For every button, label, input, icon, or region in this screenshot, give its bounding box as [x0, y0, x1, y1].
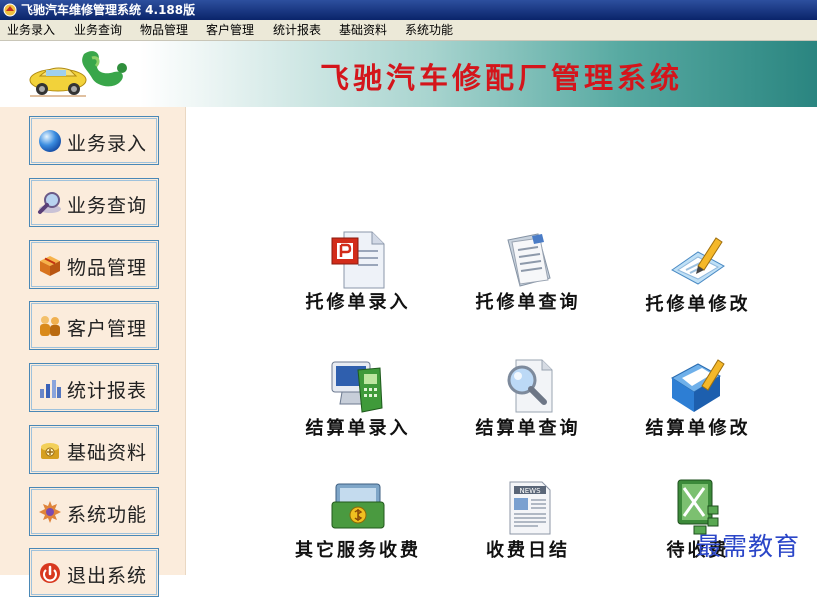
- sidebar-button-exit-system[interactable]: 退出系统: [29, 548, 159, 597]
- app-icon: [3, 3, 17, 17]
- sidebar-button-statistics-reports[interactable]: 统计报表: [29, 363, 159, 412]
- sidebar-button-business-query[interactable]: 业务查询: [29, 178, 159, 227]
- sidebar-button-goods-management[interactable]: 物品管理: [29, 240, 159, 289]
- sidebar-button-basic-data[interactable]: 基础资料: [29, 425, 159, 474]
- document-search-icon: [507, 359, 553, 413]
- menu-basic-data[interactable]: 基础资料: [339, 20, 387, 40]
- tile-label: 托修单查询: [475, 292, 581, 313]
- menu-statistics-reports[interactable]: 统计报表: [273, 20, 321, 40]
- tile-settlement-query[interactable]: 结算单查询: [453, 356, 603, 456]
- people-icon: [40, 316, 60, 336]
- banner-title: 飞驰汽车修配厂管理系统: [320, 61, 684, 95]
- box-icon: [40, 256, 60, 276]
- tile-label: 托修单修改: [645, 294, 751, 315]
- magnifier-icon: [38, 192, 61, 214]
- car-logo: [29, 51, 127, 97]
- watermark-text: 最需教育: [696, 532, 801, 561]
- window-title: 飞驰汽车维修管理系统 4.188版: [21, 3, 196, 17]
- tile-label: 收费日结: [486, 540, 570, 561]
- tile-other-service-charges[interactable]: 其它服务收费: [273, 478, 443, 578]
- menu-goods-management[interactable]: 物品管理: [140, 20, 188, 40]
- title-bar: 飞驰汽车维修管理系统 4.188版: [0, 0, 817, 20]
- tile-repair-order-edit[interactable]: 托修单修改: [623, 232, 773, 332]
- menu-business-query[interactable]: 业务查询: [74, 20, 122, 40]
- globe-icon: [39, 130, 61, 152]
- menu-system-functions[interactable]: 系统功能: [405, 20, 453, 40]
- menu-business-entry[interactable]: 业务录入: [7, 20, 55, 40]
- header-banner: 飞驰汽车修配厂管理系统: [0, 41, 817, 107]
- daily-report-icon: NEWS: [509, 481, 551, 535]
- money-icon: [331, 483, 385, 529]
- tile-label: 结算单查询: [475, 418, 581, 439]
- sidebar-label: 基础资料: [67, 442, 148, 464]
- sidebar-button-customer-management[interactable]: 客户管理: [29, 301, 159, 350]
- menu-customer-management[interactable]: 客户管理: [206, 20, 254, 40]
- sidebar-label: 业务录入: [67, 133, 148, 155]
- tile-daily-charge-settlement[interactable]: NEWS 收费日结: [453, 478, 603, 578]
- tile-label: 其它服务收费: [295, 540, 421, 561]
- menu-bar: 业务录入 业务查询 物品管理 客户管理 统计报表 基础资料 系统功能: [0, 20, 817, 41]
- bar-chart-icon: [40, 380, 61, 398]
- terminal-entry-icon: [331, 361, 383, 413]
- sidebar-label: 客户管理: [67, 318, 148, 340]
- tile-label: 托修单录入: [305, 292, 411, 313]
- database-icon: [41, 443, 59, 459]
- document-entry-icon: [331, 231, 385, 289]
- svg-text:NEWS: NEWS: [519, 487, 541, 495]
- sidebar-label: 系统功能: [67, 504, 148, 526]
- folder-edit-icon: [671, 359, 725, 412]
- tile-repair-order-query[interactable]: 托修单查询: [453, 230, 603, 330]
- sidebar-label: 物品管理: [67, 257, 148, 279]
- tile-settlement-edit[interactable]: 结算单修改: [623, 356, 773, 456]
- document-list-icon: [507, 233, 551, 287]
- tile-label: 结算单修改: [645, 418, 751, 439]
- gear-icon: [39, 501, 61, 523]
- sidebar-button-system-functions[interactable]: 系统功能: [29, 487, 159, 536]
- sidebar-label: 统计报表: [67, 380, 148, 402]
- sidebar: 业务录入 业务查询 物品管理 客户管理 统计报表 基础资料 系统功能 退出系统: [0, 107, 186, 597]
- tile-settlement-entry[interactable]: 结算单录入: [283, 356, 433, 456]
- sidebar-label: 业务查询: [67, 195, 148, 217]
- sidebar-button-business-entry[interactable]: 业务录入: [29, 116, 159, 165]
- document-edit-icon: [671, 237, 725, 285]
- tile-repair-order-entry[interactable]: 托修单录入: [283, 230, 433, 330]
- exit-icon: [40, 563, 60, 583]
- tile-label: 结算单录入: [305, 418, 411, 439]
